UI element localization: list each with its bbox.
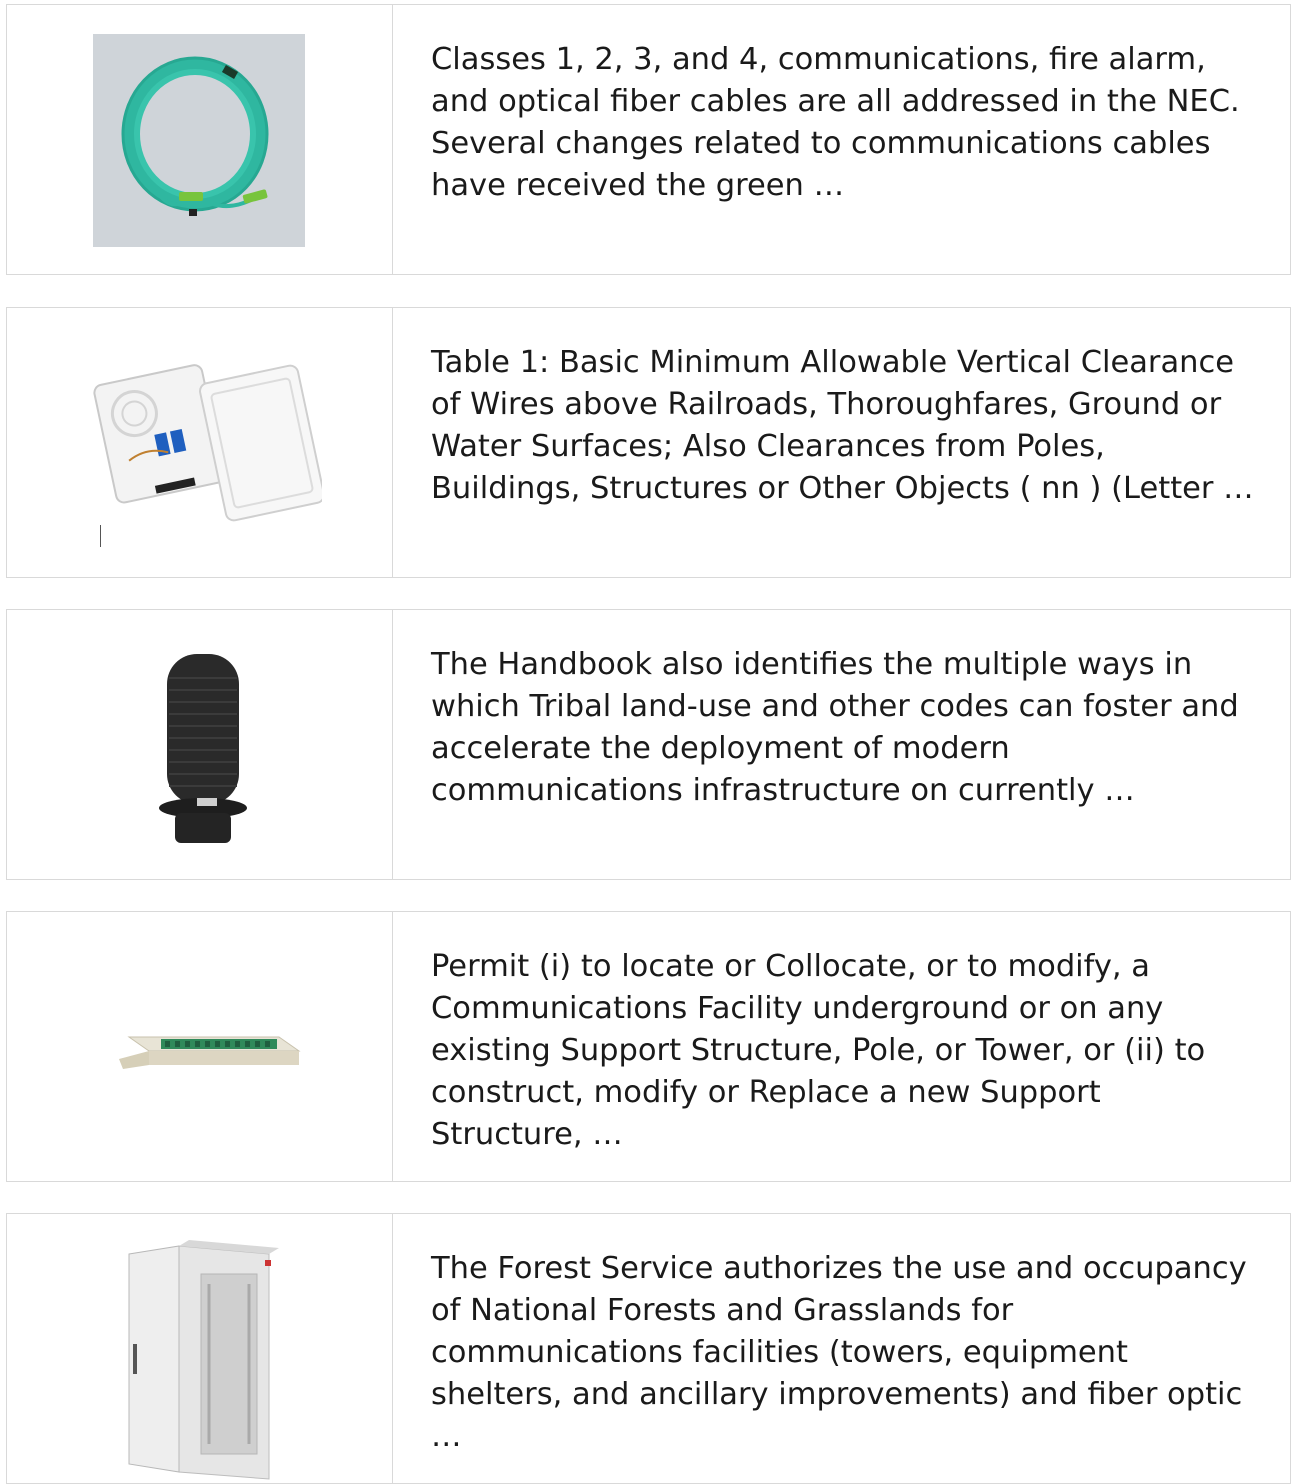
product-card[interactable]: The Handbook also identifies the multipl… [6, 609, 1291, 880]
thumbnail-cell [7, 1214, 393, 1483]
product-card[interactable]: The Forest Service authorizes the use an… [6, 1213, 1291, 1484]
thumbnail-cell [7, 912, 393, 1181]
fiber-cable-coil-image[interactable] [93, 34, 305, 247]
outdoor-cabinet-image[interactable] [119, 1234, 289, 1484]
product-description: Permit (i) to locate or Collocate, or to… [431, 949, 1206, 1152]
product-card[interactable]: Permit (i) to locate or Collocate, or to… [6, 911, 1291, 1182]
product-description: Table 1: Basic Minimum Allowable Vertica… [431, 345, 1254, 506]
thumbnail-cell [7, 610, 393, 879]
thumbnail-cell [7, 308, 393, 577]
product-description: The Handbook also identifies the multipl… [431, 647, 1239, 808]
splice-closure-image[interactable] [153, 648, 253, 848]
product-card[interactable]: Table 1: Basic Minimum Allowable Vertica… [6, 307, 1291, 578]
product-description: Classes 1, 2, 3, and 4, communications, … [431, 42, 1240, 203]
patch-panel-image[interactable] [109, 1017, 309, 1077]
product-description: The Forest Service authorizes the use an… [431, 1251, 1247, 1454]
divider-line [100, 525, 101, 547]
thumbnail-cell [7, 5, 393, 274]
fiber-terminal-box-image[interactable] [82, 333, 322, 553]
product-card[interactable]: Classes 1, 2, 3, and 4, communications, … [6, 4, 1291, 275]
